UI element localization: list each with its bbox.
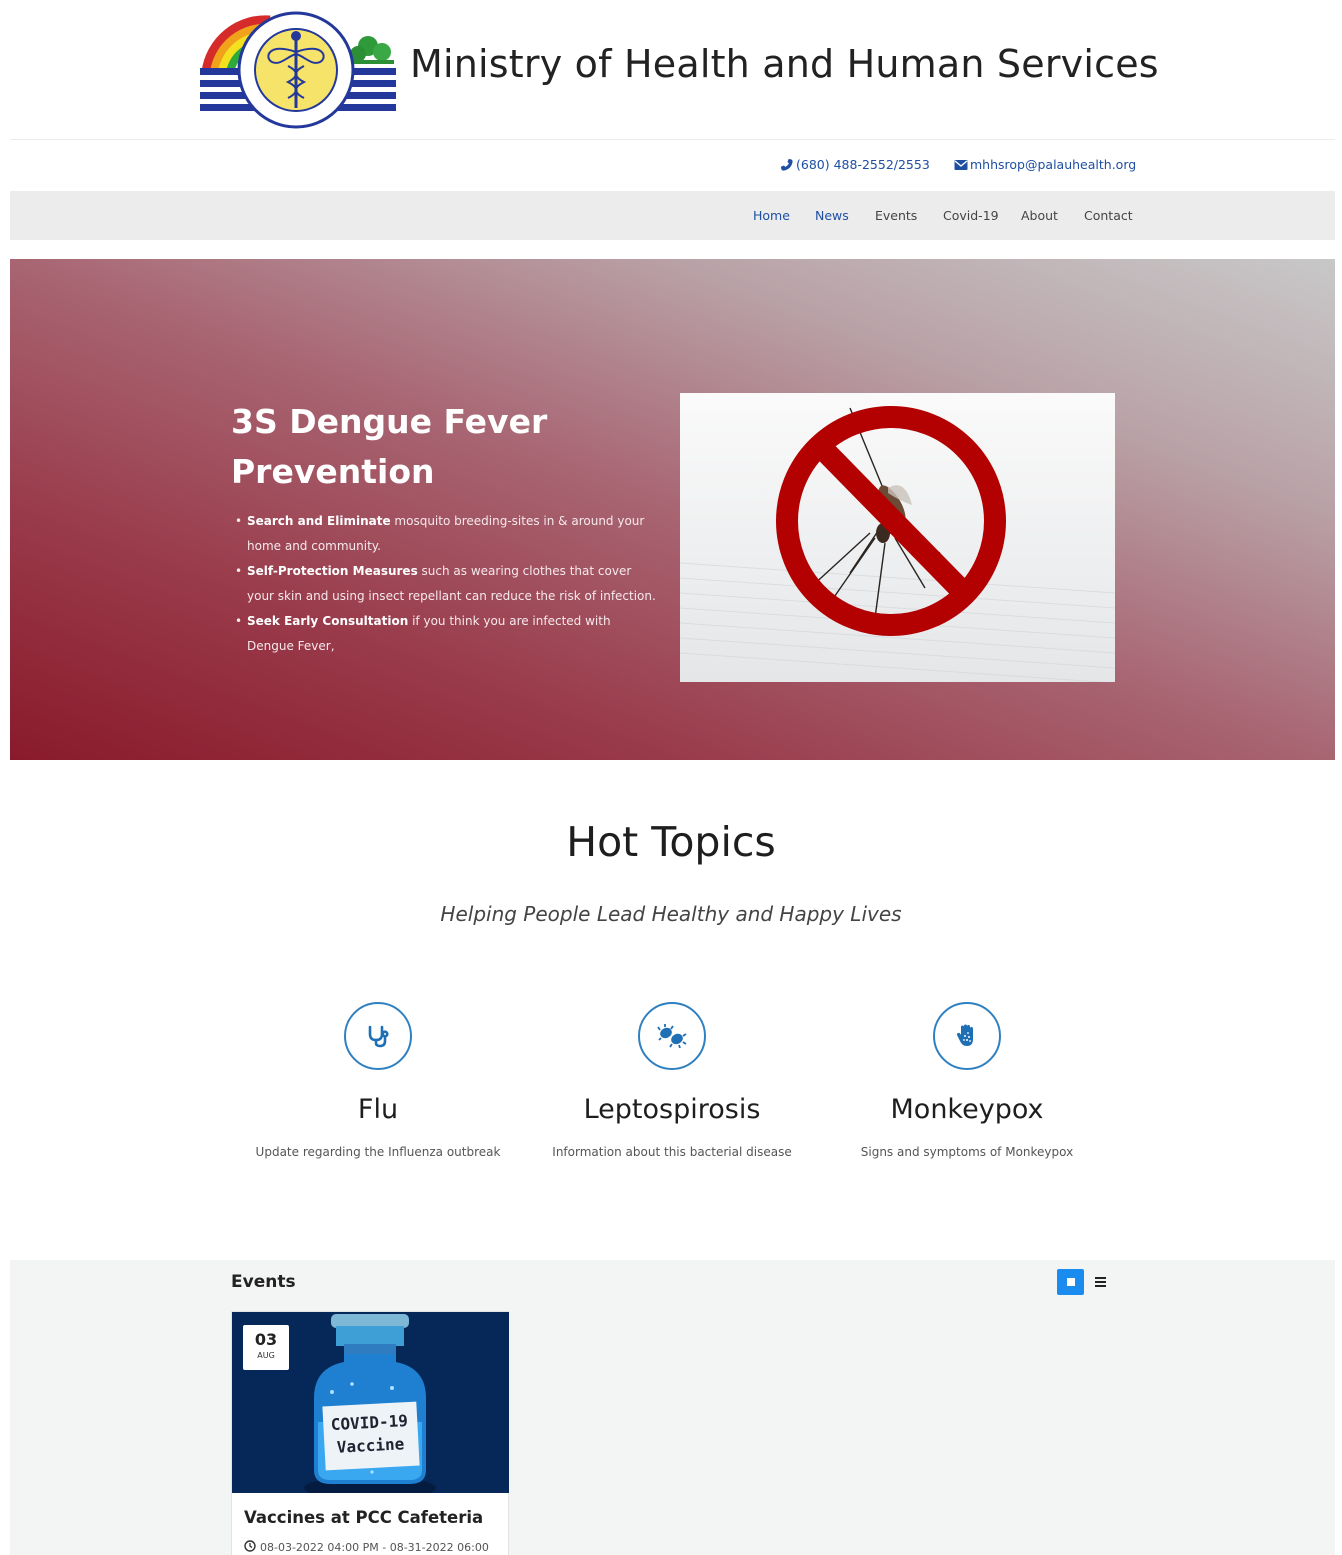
hero-bullet-list: • Search and Eliminate mosquito breeding-… [232,509,657,659]
grid-view-button[interactable] [1057,1269,1084,1295]
site-title[interactable]: Ministry of Health and Human Services [410,42,1159,86]
event-time-text: 08-03-2022 04:00 PM - 08-31-2022 06:00 [260,1541,489,1554]
topic-leptospirosis[interactable]: Leptospirosis Information about this bac… [522,1002,822,1159]
list-view-button[interactable] [1094,1274,1108,1290]
topic-name[interactable]: Flu [228,1094,528,1125]
event-time: 08-03-2022 04:00 PM - 08-31-2022 06:00 [244,1540,489,1555]
hero-bullet: • Search and Eliminate mosquito breeding-… [235,514,645,553]
ministry-logo[interactable] [198,10,398,130]
hero-bullet-bold: Search and Eliminate [247,514,391,528]
topic-flu[interactable]: Flu Update regarding the Influenza outbr… [228,1002,528,1159]
topic-monkeypox[interactable]: Monkeypox Signs and symptoms of Monkeypo… [817,1002,1117,1159]
spotted-hand-icon[interactable] [933,1002,1001,1070]
stethoscope-icon[interactable] [344,1002,412,1070]
topic-description: Signs and symptoms of Monkeypox [860,1145,1074,1159]
hero-bullet: • Self-Protection Measures such as wearin… [235,564,656,603]
nav-item-contact[interactable]: Contact [1084,208,1133,223]
phone-text: (680) 488-2552/2553 [796,157,930,172]
topic-name[interactable]: Monkeypox [817,1094,1117,1125]
vaccine-bottle-image[interactable]: COVID-19 Vaccine 03 AUG [232,1312,509,1493]
nav-item-covid-19[interactable]: Covid-19 [943,208,999,223]
hero-banner: 3S Dengue Fever Prevention • Search and E… [10,259,1335,760]
nav-item-home[interactable]: Home [753,208,790,223]
phone-link[interactable]: (680) 488-2552/2553 [780,157,930,172]
vaccine-label-line1: COVID-19 [330,1411,408,1434]
hot-topics-subtitle: Helping People Lead Healthy and Happy Li… [440,902,902,926]
email-link[interactable]: mhhsrop@palauhealth.org [954,157,1136,172]
square-icon [1066,1278,1075,1286]
list-icon [1095,1285,1106,1287]
topic-description: Update regarding the Influenza outbreak [255,1145,501,1159]
date-badge: 03 AUG [243,1325,289,1370]
event-title[interactable]: Vaccines at PCC Cafeteria [244,1508,483,1527]
envelope-icon [954,159,968,171]
hero-bullet: • Seek Early Consultation if you think yo… [235,614,611,653]
contact-bar: (680) 488-2552/2553 mhhsrop@palauhealth.… [10,148,1335,184]
nav-item-news[interactable]: News [815,208,849,223]
hero-title: 3S Dengue Fever Prevention [231,402,548,491]
header-divider [10,139,1335,140]
no-mosquito-image [680,393,1115,682]
bacteria-icon[interactable] [638,1002,706,1070]
hot-topics-title: Hot Topics [566,818,776,866]
event-card[interactable]: COVID-19 Vaccine 03 AUG Vaccines at PCC … [231,1311,509,1555]
clock-icon [244,1540,256,1555]
events-title: Events [231,1272,296,1292]
events-section: Events COVID-19 Vaccine 03 AUG Vaccines … [10,1260,1335,1555]
vaccine-label-line2: Vaccine [336,1434,404,1457]
date-month: AUG [257,1351,275,1360]
main-nav: Home News Events Covid-19 About Contact [10,191,1335,240]
hero-bullet-bold: Seek Early Consultation [247,614,409,628]
topic-name[interactable]: Leptospirosis [522,1094,822,1125]
nav-item-about[interactable]: About [1021,208,1058,223]
date-day: 03 [254,1330,278,1349]
email-text: mhhsrop@palauhealth.org [970,157,1137,172]
hero-bullet-bold: Self-Protection Measures [247,564,418,578]
phone-icon [780,158,794,172]
topic-description: Information about this bacterial disease [552,1145,792,1159]
site-header: Ministry of Health and Human Services [0,0,1342,140]
nav-item-events[interactable]: Events [875,208,917,223]
list-icon [1095,1277,1106,1279]
list-icon [1095,1281,1106,1283]
